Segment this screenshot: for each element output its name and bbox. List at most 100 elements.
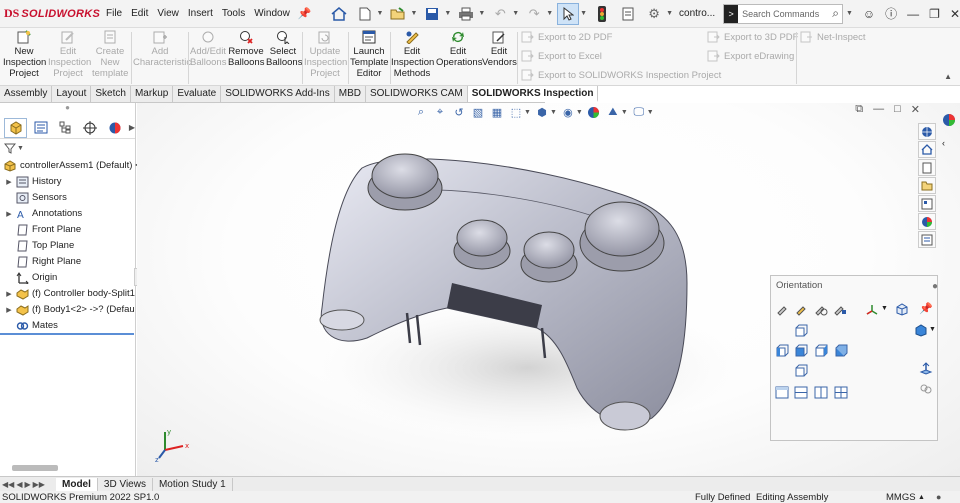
open-dropdown-icon[interactable]: ▼ [410, 10, 417, 17]
tree-root-assembly[interactable]: controllerAssem1 (Default) < [0, 158, 141, 173]
restore-window-icon[interactable]: ❐ [929, 7, 940, 21]
edge-chevron-icon[interactable]: ‹ [942, 138, 958, 148]
zoom-to-fit-icon[interactable]: ⌕ [413, 105, 429, 119]
back-view-icon[interactable] [794, 324, 808, 337]
rebuild-traffic-light-icon[interactable] [591, 3, 613, 25]
front-view-icon[interactable] [794, 344, 808, 357]
update-standard-views-icon[interactable] [795, 303, 809, 316]
bottom-view-icon[interactable] [794, 364, 808, 377]
cube-dropdown-icon[interactable]: ▼ [929, 326, 936, 333]
view-settings-dropdown-icon[interactable]: ▼ [647, 109, 654, 116]
tree-item-annotations[interactable]: ▶ A Annotations [0, 206, 82, 221]
close-window-icon[interactable]: ✕ [950, 7, 960, 21]
minimize-window-icon[interactable]: — [907, 7, 919, 21]
right-view-icon[interactable] [814, 344, 828, 357]
tab-mbd[interactable]: MBD [335, 86, 366, 102]
left-face-button[interactable] [456, 219, 508, 257]
single-view-icon[interactable] [775, 386, 789, 399]
left-view-icon[interactable] [775, 344, 789, 357]
horizontal-scrollbar[interactable] [12, 465, 58, 471]
hide-show-dropdown-icon[interactable]: ▼ [576, 109, 583, 116]
normal-to-icon[interactable] [919, 362, 933, 375]
dynamic-annotation-icon[interactable]: ▦ [489, 105, 505, 119]
more-tabs-icon[interactable]: ▶ [129, 123, 135, 132]
expand-arrow-icon[interactable]: ▶ [3, 210, 15, 218]
status-units[interactable]: MMGS [886, 492, 916, 503]
right-thumbstick[interactable] [584, 201, 660, 257]
menu-edit[interactable]: Edit [131, 6, 148, 21]
scene-dropdown-icon[interactable]: ▼ [621, 109, 628, 116]
remove-balloons-button[interactable]: Remove Balloons [228, 30, 264, 68]
display-style-dropdown-icon[interactable]: ▼ [550, 109, 557, 116]
tab-evaluate[interactable]: Evaluate [173, 86, 222, 102]
tab-solidworks-cam[interactable]: SOLIDWORKS CAM [366, 86, 468, 102]
prev-tab-icon[interactable]: ◀ [16, 480, 22, 489]
game-controller-model[interactable] [287, 133, 757, 453]
appearance-ball-icon[interactable] [942, 113, 958, 130]
tab-model[interactable]: Model [56, 477, 98, 491]
hide-show-items-icon[interactable]: ◉ [560, 105, 576, 119]
select-dropdown-icon[interactable]: ▼ [580, 10, 587, 17]
document-close-icon[interactable]: ✕ [911, 103, 920, 116]
view-settings-icon[interactable]: 🖵 [631, 105, 647, 119]
select-pointer-icon[interactable] [557, 2, 580, 25]
property-manager-tab-icon[interactable] [29, 118, 52, 138]
reset-standard-views-icon[interactable] [814, 303, 828, 316]
redo-dropdown-icon[interactable]: ▼ [546, 10, 553, 17]
expand-arrow-icon[interactable]: ▶ [3, 290, 15, 298]
menu-view[interactable]: View [157, 6, 179, 21]
tree-item-body1[interactable]: ▶ (f) Body1<2> ->? (Defau [0, 302, 135, 317]
units-dropdown-icon[interactable]: ▲ [918, 494, 925, 501]
edit-appearance-icon[interactable] [586, 105, 602, 119]
four-view-icon[interactable] [834, 386, 848, 399]
search-commands-input[interactable]: > Search Commands ⌕ [723, 3, 843, 24]
document-maximize-icon[interactable]: □ [894, 103, 901, 116]
options-dropdown-icon[interactable]: ▼ [666, 10, 673, 17]
add-edit-balloons-button[interactable]: Add/Edit Balloons [190, 30, 226, 68]
filter-icon[interactable]: ▼ [0, 139, 135, 157]
home-icon[interactable] [328, 3, 350, 25]
save-dropdown-icon[interactable]: ▼ [444, 10, 451, 17]
isometric-cube-icon[interactable] [895, 303, 909, 316]
undo-icon[interactable]: ↶ [489, 3, 511, 25]
export-edrawing-button[interactable]: Export eDrawing [707, 50, 794, 62]
tree-item-origin[interactable]: Origin [0, 270, 57, 285]
add-characteristic-button[interactable]: Add Characteristic [133, 30, 191, 68]
tab-markup[interactable]: Markup [131, 86, 174, 102]
tab-solidworks-inspection[interactable]: SOLIDWORKS Inspection [467, 86, 599, 102]
solidworks-logo[interactable]: DS SOLIDWORKS [0, 6, 100, 21]
last-tab-icon[interactable]: ▶▶ [33, 480, 45, 489]
select-balloons-button[interactable]: Select Balloons [266, 30, 302, 68]
left-thumbstick[interactable] [371, 153, 439, 199]
axis-triad-icon[interactable] [865, 303, 879, 316]
two-view-vertical-icon[interactable] [814, 386, 828, 399]
tree-item-history[interactable]: ▶ History [0, 174, 62, 189]
new-inspection-project-button[interactable]: New Inspection Project [3, 30, 46, 79]
pin-menu-icon[interactable]: 📌 [298, 7, 312, 20]
file-properties-icon[interactable] [617, 3, 639, 25]
ribbon-collapse-icon[interactable]: ▲ [944, 72, 952, 81]
apply-scene-icon[interactable]: ⛰ [605, 105, 621, 119]
next-tab-icon[interactable]: ▶ [24, 480, 30, 489]
dimxpert-manager-tab-icon[interactable] [79, 118, 102, 138]
tree-item-top-plane[interactable]: Top Plane [0, 238, 74, 253]
options-gear-icon[interactable]: ⚙ [643, 3, 665, 25]
export-2d-pdf-button[interactable]: Export to 2D PDF [521, 31, 612, 43]
launch-template-editor-button[interactable]: Launch Template Editor [350, 30, 389, 79]
net-inspect-button[interactable]: Net-Inspect [800, 31, 866, 43]
status-help-icon[interactable]: ● [936, 492, 941, 502]
open-document-icon[interactable] [387, 3, 409, 25]
expand-arrow-icon[interactable]: ▶ [3, 306, 15, 314]
user-account-icon[interactable]: ☺ [863, 7, 875, 21]
menu-window[interactable]: Window [254, 6, 290, 21]
previous-view-icon[interactable]: ↺ [451, 105, 467, 119]
zoom-to-area-icon[interactable]: ⌖ [432, 105, 448, 119]
file-explorer-icon[interactable] [918, 177, 936, 194]
export-3d-pdf-button[interactable]: Export to 3D PDF [707, 31, 798, 43]
graphics-area[interactable]: ⌕ ⌖ ↺ ▧ ▦ ⬚ ▼ ⬢ ▼ ◉ ▼ ⛰ ▼ 🖵 ▼ ⧉ — □ ✕ Or… [137, 103, 960, 476]
tree-item-mates[interactable]: Mates [0, 318, 58, 333]
tree-item-sensors[interactable]: Sensors [0, 190, 67, 205]
link-views-icon[interactable] [919, 382, 933, 395]
section-view-icon[interactable]: ▧ [470, 105, 486, 119]
tree-item-front-plane[interactable]: Front Plane [0, 222, 81, 237]
